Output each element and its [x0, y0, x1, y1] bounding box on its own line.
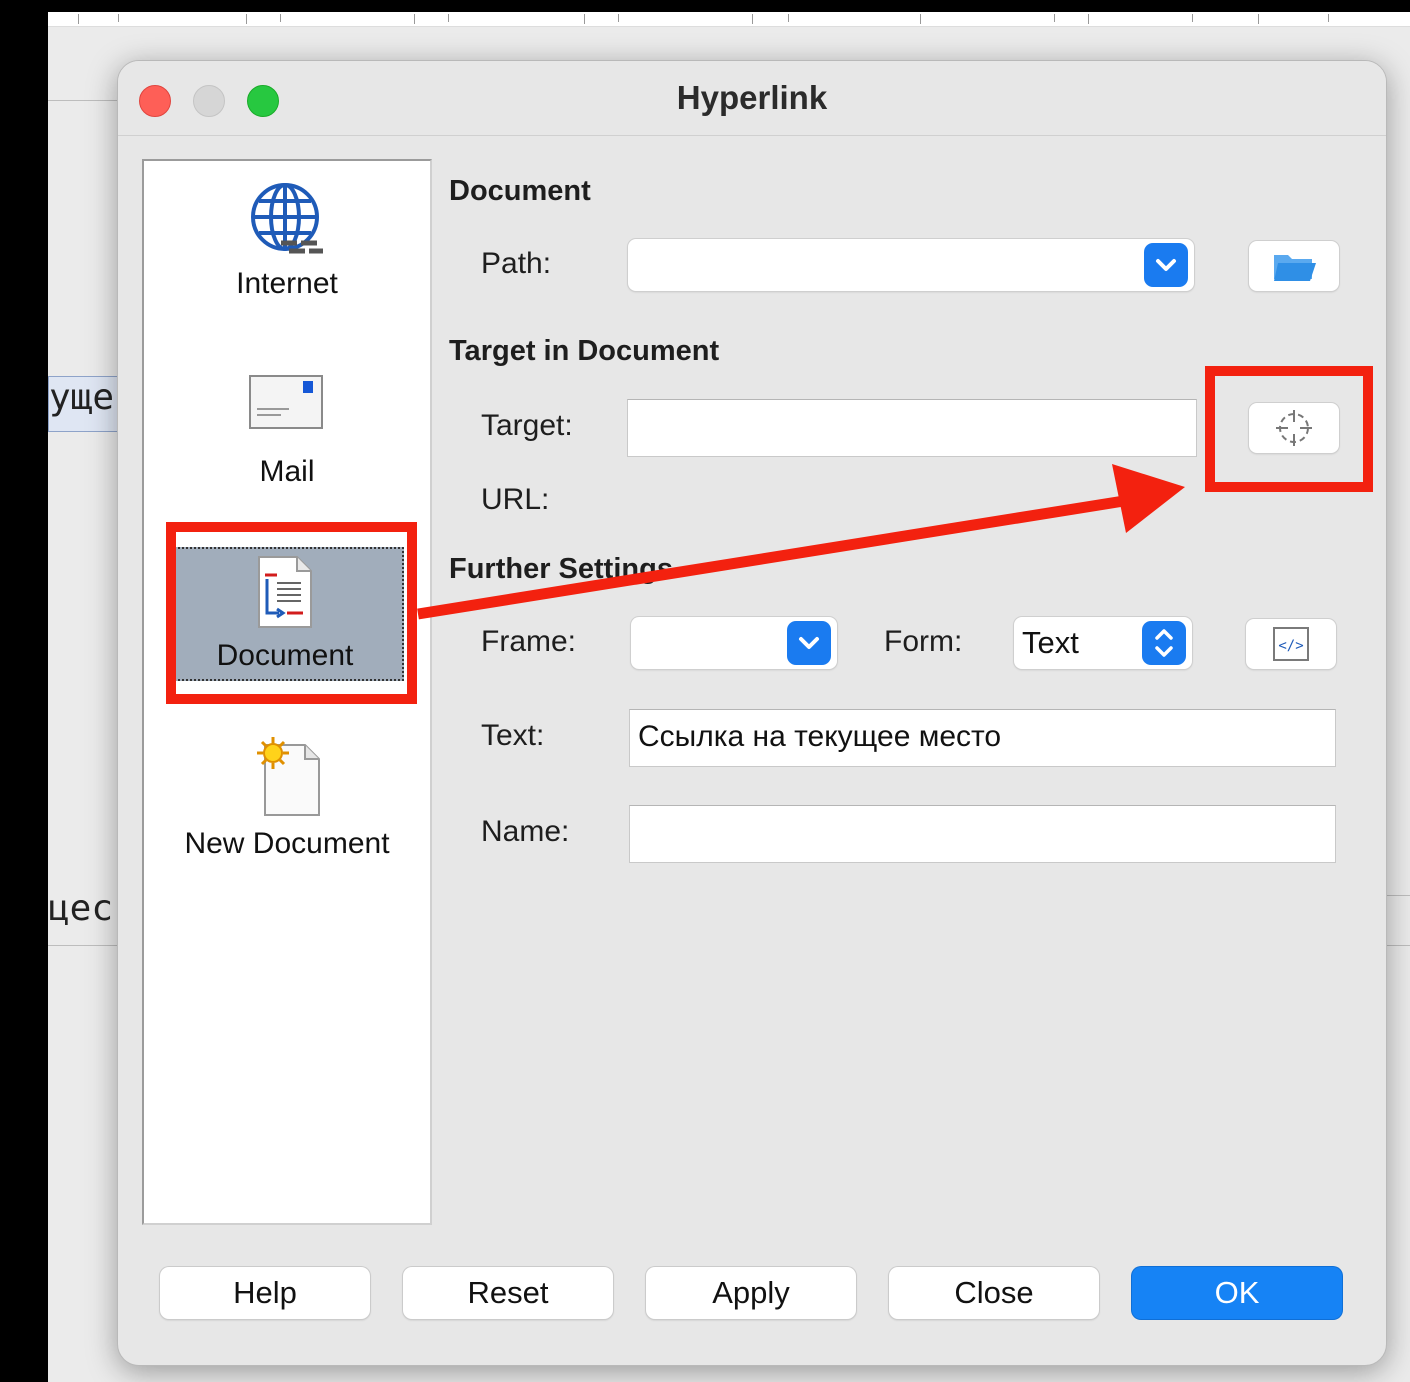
- annotation-arrow: [417, 464, 1185, 620]
